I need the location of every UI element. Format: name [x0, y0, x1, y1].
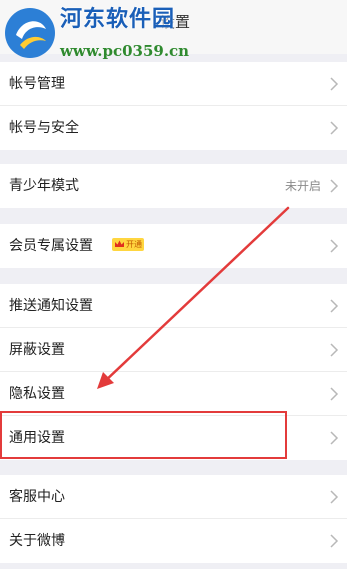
chevron-right-icon — [330, 387, 339, 401]
settings-group-vip: 会员专属设置 开通 — [0, 224, 347, 268]
row-account-security[interactable]: 帐号与安全 — [0, 106, 347, 150]
vip-badge-label: 开通 — [126, 240, 142, 249]
chevron-right-icon — [330, 239, 339, 253]
watermark: 河东软件园 www.pc0359.cn — [0, 0, 210, 68]
row-label: 会员专属设置 — [9, 238, 93, 254]
settings-group-support: 客服中心 关于微博 — [0, 475, 347, 563]
chevron-right-icon — [330, 121, 339, 135]
chevron-right-icon — [330, 534, 339, 548]
vip-badge[interactable]: 开通 — [112, 238, 144, 251]
chevron-right-icon — [330, 77, 339, 91]
row-vip-settings[interactable]: 会员专属设置 开通 — [0, 224, 347, 268]
row-label: 帐号管理 — [9, 76, 65, 92]
watermark-url: www.pc0359.cn — [60, 42, 190, 60]
chevron-right-icon — [330, 343, 339, 357]
chevron-right-icon — [330, 299, 339, 313]
row-label: 关于微博 — [9, 533, 65, 549]
row-label: 通用设置 — [9, 430, 65, 446]
row-about-weibo[interactable]: 关于微博 — [0, 519, 347, 563]
watermark-logo-icon — [5, 8, 55, 58]
row-privacy-settings[interactable]: 隐私设置 — [0, 372, 347, 416]
row-label: 隐私设置 — [9, 386, 65, 402]
row-label: 推送通知设置 — [9, 298, 93, 314]
chevron-right-icon — [330, 490, 339, 504]
row-youth-mode[interactable]: 青少年模式 未开启 — [0, 164, 347, 208]
chevron-right-icon — [330, 431, 339, 445]
youth-mode-status: 未开启 — [284, 179, 321, 193]
row-general-settings[interactable]: 通用设置 — [0, 416, 347, 460]
row-push-notification-settings[interactable]: 推送通知设置 — [0, 284, 347, 328]
settings-group-youth: 青少年模式 未开启 — [0, 164, 347, 208]
settings-group-account: 帐号管理 帐号与安全 — [0, 62, 347, 150]
row-block-settings[interactable]: 屏蔽设置 — [0, 328, 347, 372]
row-account-management[interactable]: 帐号管理 — [0, 62, 347, 106]
row-label: 帐号与安全 — [9, 120, 79, 136]
row-label: 青少年模式 — [9, 178, 79, 194]
row-label: 客服中心 — [9, 489, 65, 505]
row-customer-service[interactable]: 客服中心 — [0, 475, 347, 519]
settings-group-general: 推送通知设置 屏蔽设置 隐私设置 通用设置 — [0, 284, 347, 460]
crown-icon — [115, 240, 124, 247]
chevron-right-icon — [330, 179, 339, 193]
row-label: 屏蔽设置 — [9, 342, 65, 358]
watermark-title: 河东软件园 — [60, 7, 176, 32]
